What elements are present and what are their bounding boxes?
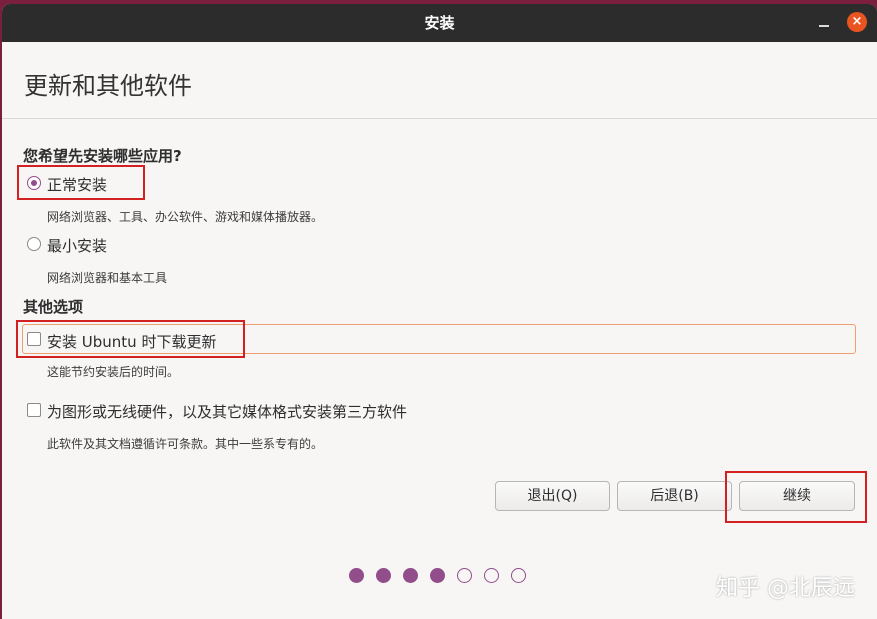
progress-dot <box>511 568 526 583</box>
option-normal-install-label[interactable]: 正常安装 <box>47 174 107 195</box>
progress-dot <box>349 568 364 583</box>
progress-dot <box>403 568 418 583</box>
install-type-heading: 您希望先安装哪些应用? <box>23 147 182 165</box>
radio-minimal-install[interactable] <box>27 237 41 251</box>
minimize-icon[interactable] <box>814 13 834 33</box>
window-title: 安装 <box>424 14 455 32</box>
download-updates-desc: 这能节约安装后的时间。 <box>47 365 180 379</box>
quit-button[interactable]: 退出(Q) <box>495 481 610 511</box>
radio-normal-install[interactable] <box>27 176 41 190</box>
progress-dot <box>376 568 391 583</box>
installer-window: 安装 × 更新和其他软件 您希望先安装哪些应用? 正常安装 网络浏览器、工具、办… <box>2 4 877 619</box>
checkbox-third-party[interactable] <box>27 403 41 417</box>
header-divider <box>2 118 877 119</box>
page-title: 更新和其他软件 <box>24 72 192 100</box>
progress-dot <box>457 568 472 583</box>
third-party-label[interactable]: 为图形或无线硬件，以及其它媒体格式安装第三方软件 <box>47 401 407 422</box>
progress-dot <box>430 568 445 583</box>
close-icon[interactable]: × <box>847 12 867 32</box>
watermark: 知乎 @北辰远 <box>716 576 855 601</box>
download-updates-label[interactable]: 安装 Ubuntu 时下载更新 <box>47 331 216 352</box>
other-options-heading: 其他选项 <box>23 298 84 316</box>
title-bar: 安装 × <box>2 4 877 42</box>
option-normal-install-desc: 网络浏览器、工具、办公软件、游戏和媒体播放器。 <box>47 210 324 224</box>
back-button[interactable]: 后退(B) <box>617 481 732 511</box>
progress-dot <box>484 568 499 583</box>
option-minimal-install-desc: 网络浏览器和基本工具 <box>47 271 168 285</box>
third-party-desc: 此软件及其文档遵循许可条款。其中一些系专有的。 <box>47 437 324 451</box>
option-minimal-install-label[interactable]: 最小安装 <box>47 235 107 256</box>
continue-button[interactable]: 继续 <box>739 481 855 511</box>
checkbox-download-updates[interactable] <box>27 332 41 346</box>
